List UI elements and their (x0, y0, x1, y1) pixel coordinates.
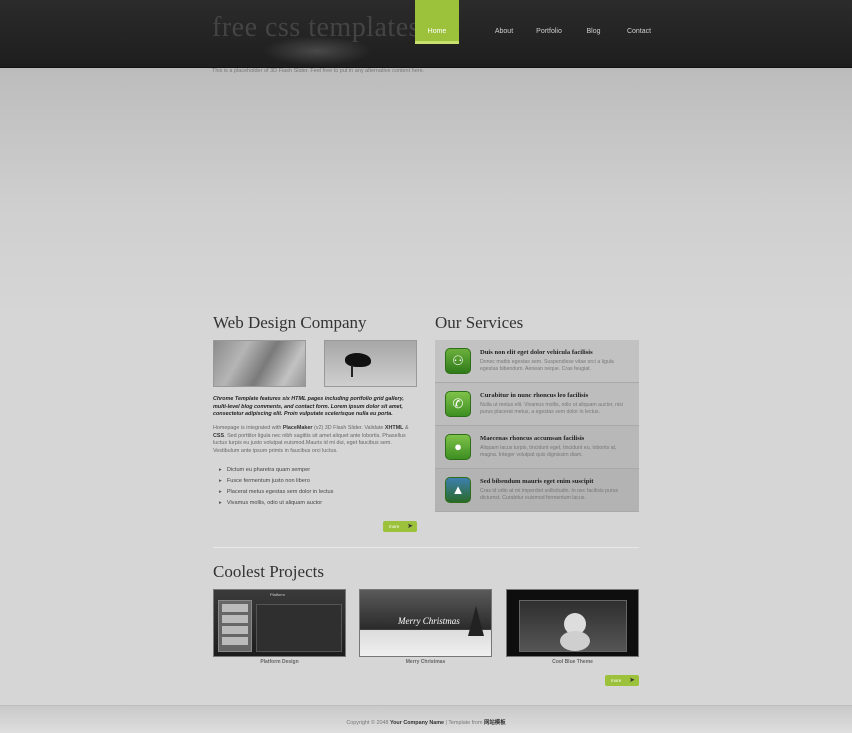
nav-about[interactable]: About (481, 0, 527, 44)
nav-portfolio[interactable]: Portfolio (527, 0, 571, 44)
chat-bubble-icon: ● (445, 434, 471, 460)
photo-icon: ▲ (445, 477, 471, 503)
footer-source-link[interactable]: 网站模板 (484, 720, 506, 726)
list-item: Vivamus mollis, odio ut aliquam auctor (219, 498, 333, 509)
company-body: Homepage is integrated with PlaceMaker (… (213, 425, 409, 455)
phone-icon: ✆ (445, 391, 471, 417)
project-caption[interactable]: Cool Blue Theme (506, 659, 639, 665)
projects-title: Coolest Projects (213, 562, 324, 581)
project-caption[interactable]: Merry Christmas (359, 659, 492, 665)
flash-slider-area (0, 68, 852, 318)
company-title: Web Design Company (213, 313, 367, 332)
address-book-icon: ⚇ (445, 348, 471, 374)
project-thumb-platform[interactable]: Platform (213, 589, 346, 657)
arrow-right-icon: ➤ (629, 677, 635, 684)
bird-icon (345, 353, 371, 367)
service-item[interactable]: ▲ Sed bibendum mauris eget enim suscipit… (435, 469, 639, 512)
company-intro: Chrome Template features six HTML pages … (213, 396, 404, 418)
list-item: Dictum eu pharetra quam semper (219, 465, 333, 476)
footer-company-link[interactable]: Your Company Name (390, 720, 444, 726)
company-image-bird (324, 340, 417, 387)
main-nav: Home About Portfolio Blog Contact (415, 0, 662, 44)
project-thumb-coolblue[interactable] (506, 589, 639, 657)
site-logo[interactable]: free css templates (212, 12, 420, 44)
services-list: ⚇ Duis non elit eget dolor vehicula faci… (435, 340, 639, 512)
arrow-right-icon: ➤ (407, 523, 413, 530)
service-item[interactable]: ✆ Curabitur in nunc rhoncus leo facilisi… (435, 383, 639, 426)
project-thumb-christmas[interactable]: Merry Christmas (359, 589, 492, 657)
company-more-button[interactable]: more ➤ (383, 521, 417, 532)
company-bullet-list: Dictum eu pharetra quam semper Fusce fer… (219, 465, 334, 509)
list-item: Placerat metus egestas sem dolor in lect… (219, 487, 334, 498)
nav-home[interactable]: Home (415, 0, 459, 44)
placemaker-link[interactable]: PlaceMaker (283, 425, 313, 431)
xhtml-link[interactable]: XHTML (385, 425, 404, 431)
nav-contact[interactable]: Contact (616, 0, 662, 44)
company-image-branches (213, 340, 306, 387)
services-title: Our Services (435, 313, 524, 332)
service-item[interactable]: ● Maecenas rhoncus accumsan facilisis Al… (435, 426, 639, 469)
site-header: free css templates Home About Portfolio … (0, 0, 852, 68)
nav-blog[interactable]: Blog (571, 0, 616, 44)
list-item: Fusce fermentum justo non libero (219, 476, 333, 487)
section-divider (213, 547, 639, 548)
projects-more-button[interactable]: more ➤ (605, 675, 639, 686)
service-item[interactable]: ⚇ Duis non elit eget dolor vehicula faci… (435, 340, 639, 383)
tree-icon (468, 606, 484, 636)
project-caption[interactable]: Platform Design (213, 659, 346, 665)
footer-copyright: Copyright © 2048 Your Company Name | Tem… (346, 720, 506, 726)
flash-placeholder-note: This is a placeholder of 3D Flash Slider… (212, 68, 425, 74)
css-link[interactable]: CSS (213, 433, 224, 439)
